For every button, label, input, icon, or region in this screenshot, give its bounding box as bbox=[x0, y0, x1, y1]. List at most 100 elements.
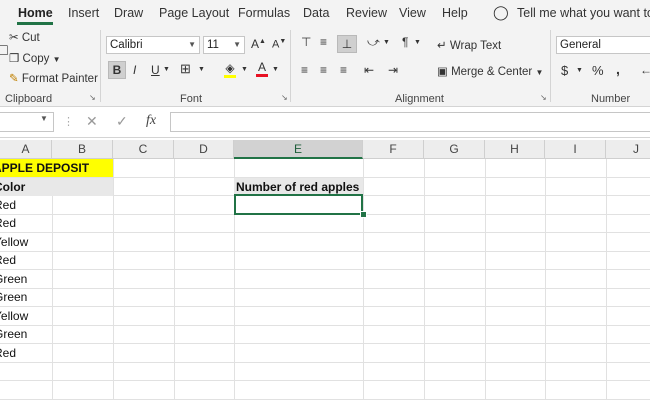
chevron-down-icon: ▼ bbox=[233, 40, 241, 49]
group-separator bbox=[100, 30, 101, 102]
fill-handle[interactable] bbox=[360, 211, 367, 218]
copy-label: Copy bbox=[22, 53, 50, 65]
align-center-icon[interactable]: ≡ bbox=[320, 63, 327, 77]
tab-view[interactable]: View bbox=[399, 6, 426, 20]
merge-icon: ▣ bbox=[437, 66, 448, 78]
tab-home[interactable]: Home bbox=[18, 6, 53, 20]
column-header-e[interactable]: E bbox=[234, 140, 363, 159]
chevron-down-icon[interactable]: ▼ bbox=[414, 39, 421, 46]
format-painter-button[interactable]: ✎ Format Painter bbox=[9, 71, 98, 85]
chevron-down-icon[interactable]: ▼ bbox=[198, 66, 205, 73]
enter-check-icon[interactable]: ✓ bbox=[116, 113, 128, 130]
chevron-down-icon[interactable]: ▼ bbox=[576, 67, 583, 74]
font-size-combo[interactable]: 11 ▼ bbox=[203, 36, 245, 54]
cell-color[interactable]: Yellow bbox=[0, 233, 52, 251]
drag-handle-icon[interactable]: ⋮ bbox=[63, 115, 74, 128]
scissors-icon: ✂ bbox=[9, 32, 19, 44]
tab-draw[interactable]: Draw bbox=[114, 6, 143, 20]
column-header-i[interactable]: I bbox=[545, 140, 606, 159]
paintbrush-icon: ✎ bbox=[9, 73, 19, 85]
shrink-font-button[interactable]: A▼ bbox=[272, 38, 286, 51]
column-header-f[interactable]: F bbox=[363, 140, 424, 159]
tab-insert[interactable]: Insert bbox=[68, 6, 99, 20]
chevron-down-icon[interactable]: ▼ bbox=[163, 66, 170, 73]
name-box[interactable]: ▼ bbox=[0, 112, 54, 132]
font-color-button[interactable]: A bbox=[256, 60, 268, 77]
decrease-indent-icon[interactable]: ⇤ bbox=[364, 63, 374, 77]
active-cell-e3[interactable] bbox=[234, 194, 363, 215]
column-header-g[interactable]: G bbox=[424, 140, 485, 159]
bottom-align-icon[interactable]: ⊥ bbox=[337, 35, 357, 53]
cell-color[interactable]: Yellow bbox=[0, 307, 52, 325]
column-header-c[interactable]: C bbox=[113, 140, 174, 159]
font-color-label: A bbox=[257, 60, 266, 74]
group-separator bbox=[290, 30, 291, 102]
merge-center-button[interactable]: ▣ Merge & Center ▼ bbox=[437, 64, 543, 78]
ribbon-home: □ ✂ Cut ❐ Copy ▼ ✎ Format Painter Clipbo… bbox=[0, 26, 650, 107]
formula-input[interactable] bbox=[170, 112, 650, 132]
chevron-down-icon[interactable]: ▼ bbox=[40, 114, 48, 123]
chevron-down-icon[interactable]: ▼ bbox=[241, 66, 248, 73]
percent-button[interactable]: % bbox=[592, 63, 604, 78]
clipboard-group-label: Clipboard bbox=[5, 93, 53, 105]
top-align-icon[interactable]: ⊤ bbox=[301, 35, 311, 49]
borders-icon[interactable]: ⊞ bbox=[180, 61, 191, 77]
cell-color[interactable]: Green bbox=[0, 288, 52, 306]
tab-page-layout[interactable]: Page Layout bbox=[159, 6, 229, 20]
tab-review[interactable]: Review bbox=[346, 6, 387, 20]
alignment-launcher-icon[interactable]: ↘ bbox=[540, 93, 547, 102]
align-left-icon[interactable]: ≡ bbox=[301, 63, 308, 77]
cut-button[interactable]: ✂ Cut bbox=[9, 30, 40, 44]
tell-me-search[interactable]: Tell me what you want to d bbox=[517, 6, 650, 20]
column-header-d[interactable]: D bbox=[174, 140, 234, 159]
grow-font-label: A bbox=[251, 37, 260, 51]
column-header-j[interactable]: J bbox=[606, 140, 650, 159]
cell-color[interactable]: Red bbox=[0, 214, 52, 232]
increase-decimal-icon[interactable]: ← bbox=[640, 63, 650, 77]
text-direction-icon[interactable]: ¶ bbox=[402, 35, 408, 49]
cancel-icon[interactable]: ✕ bbox=[86, 113, 98, 130]
clipboard-launcher-icon[interactable]: ↘ bbox=[89, 93, 96, 102]
increase-indent-icon[interactable]: ⇥ bbox=[388, 63, 398, 77]
font-group-label: Font bbox=[180, 93, 203, 105]
column-header-h[interactable]: H bbox=[485, 140, 545, 159]
paste-icon[interactable]: □ bbox=[0, 42, 8, 60]
cell-a2-header[interactable]: Color bbox=[0, 178, 113, 196]
fill-color-swatch bbox=[224, 75, 236, 78]
fill-color-button[interactable]: ◈ bbox=[224, 61, 236, 78]
tab-formulas[interactable]: Formulas bbox=[238, 6, 290, 20]
italic-button[interactable]: I bbox=[133, 63, 136, 77]
copy-button[interactable]: ❐ Copy ▼ bbox=[9, 51, 61, 65]
format-painter-label: Format Painter bbox=[21, 73, 98, 85]
chevron-down-icon: ▼ bbox=[188, 40, 196, 49]
cell-color[interactable]: Red bbox=[0, 196, 52, 214]
number-format-value: General bbox=[560, 39, 601, 51]
column-header-b[interactable]: B bbox=[52, 140, 113, 159]
orientation-icon[interactable]: ⤻ bbox=[367, 35, 380, 50]
number-format-combo[interactable]: General bbox=[556, 36, 650, 54]
currency-button[interactable]: $ bbox=[561, 63, 568, 78]
caret-down-icon: ▼ bbox=[279, 38, 287, 45]
cell-color[interactable]: Red bbox=[0, 344, 52, 362]
font-launcher-icon[interactable]: ↘ bbox=[281, 93, 288, 102]
chevron-down-icon[interactable]: ▼ bbox=[272, 66, 279, 73]
cell-color[interactable]: Green bbox=[0, 270, 52, 288]
paint-bucket-icon: ◈ bbox=[225, 61, 235, 75]
align-right-icon[interactable]: ≡ bbox=[340, 63, 347, 77]
middle-align-icon[interactable]: ≡ bbox=[320, 35, 327, 49]
cell-a1-title[interactable]: APPLE DEPOSIT bbox=[0, 159, 113, 177]
font-name-combo[interactable]: Calibri ▼ bbox=[106, 36, 200, 54]
chevron-down-icon[interactable]: ▼ bbox=[383, 39, 390, 46]
tab-data[interactable]: Data bbox=[303, 6, 329, 20]
underline-button[interactable]: U bbox=[151, 63, 160, 77]
comma-style-button[interactable]: , bbox=[616, 61, 620, 77]
bold-button[interactable]: B bbox=[108, 61, 126, 79]
insert-function-button[interactable]: fx bbox=[146, 113, 156, 129]
cell-color[interactable]: Green bbox=[0, 325, 52, 343]
tab-help[interactable]: Help bbox=[442, 6, 468, 20]
wrap-text-button[interactable]: ↵ Wrap Text bbox=[437, 38, 501, 52]
cell-color[interactable]: Red bbox=[0, 251, 52, 269]
column-header-a[interactable]: A bbox=[0, 140, 52, 159]
grow-font-button[interactable]: A▲ bbox=[251, 37, 266, 51]
cut-label: Cut bbox=[21, 32, 40, 44]
